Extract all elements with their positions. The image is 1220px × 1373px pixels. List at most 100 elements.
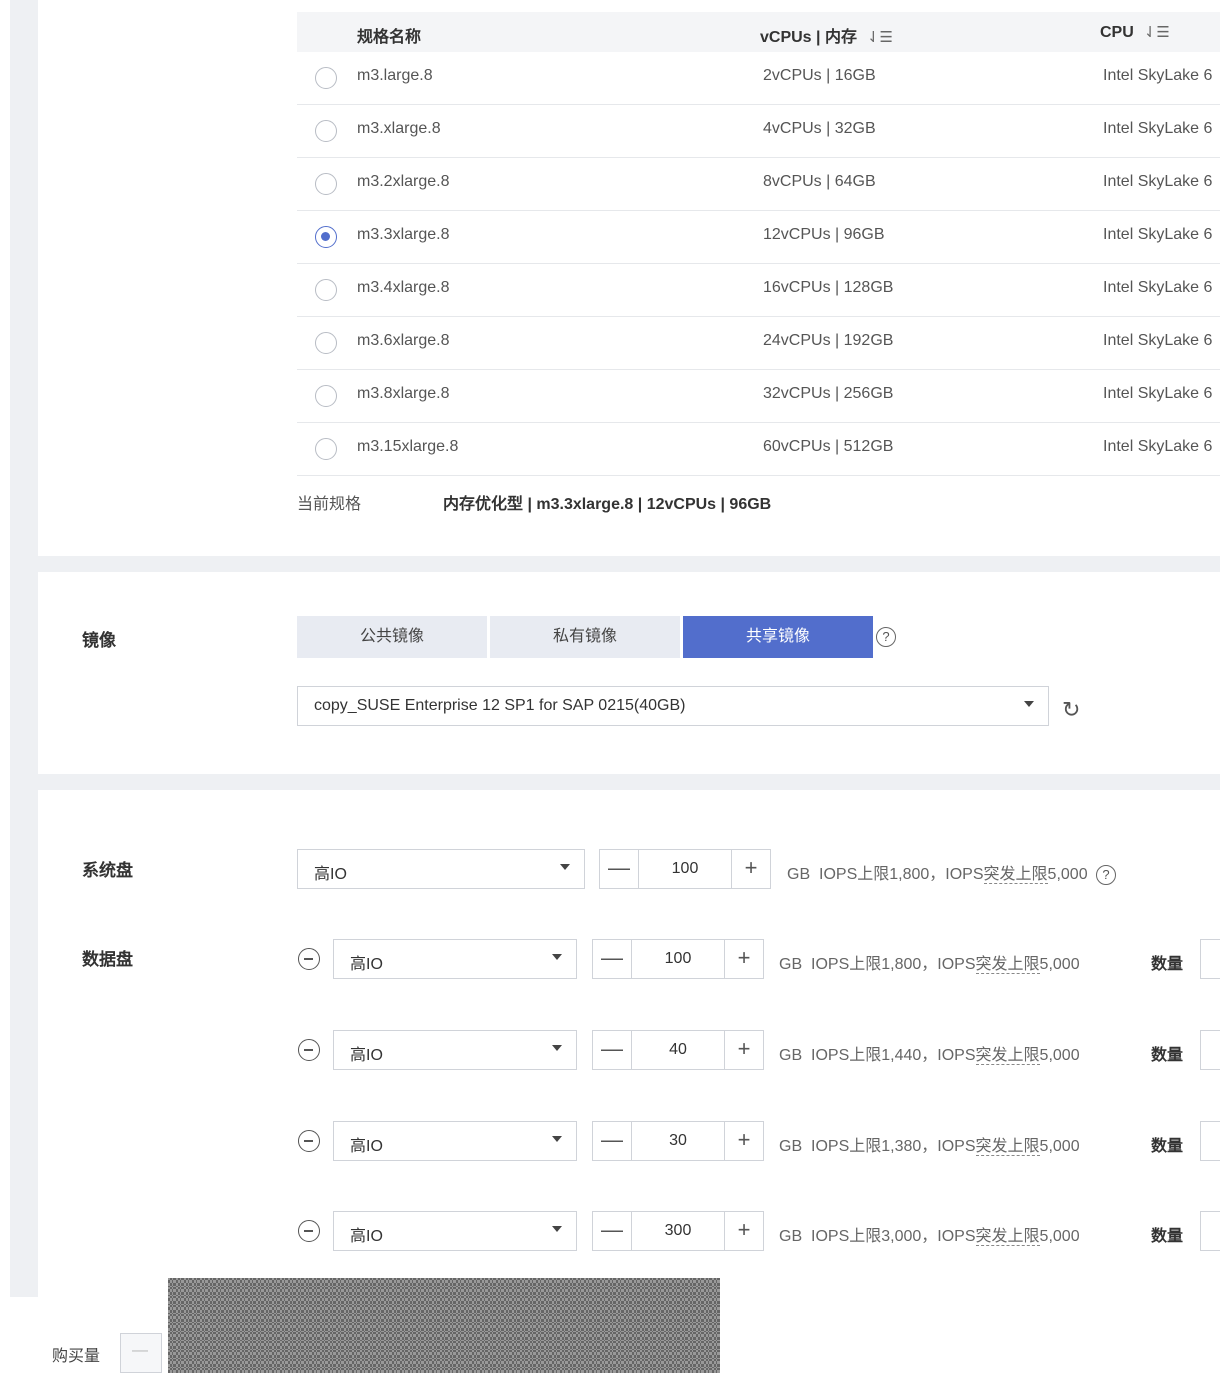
table-row[interactable]: m3.3xlarge.8 12vCPUs | 96GB Intel SkyLake … <box>297 211 1220 264</box>
radio-button[interactable] <box>315 332 337 354</box>
increase-button[interactable]: + <box>725 1212 763 1250</box>
purchase-quantity-label: 购买量 <box>52 1348 101 1365</box>
spec-vcpu-mem-cell: 12vCPUs | 96GB <box>763 226 885 243</box>
spec-vcpu-mem-cell: 16vCPUs | 128GB <box>763 279 894 296</box>
system-disk-type-select[interactable]: 高IO <box>297 849 585 889</box>
decrease-button[interactable]: — <box>593 940 631 978</box>
image-type-tabs: 公共镜像 私有镜像 共享镜像 <box>297 616 876 658</box>
decrease-button[interactable]: — <box>593 1031 631 1069</box>
tab-shared-image[interactable]: 共享镜像 <box>683 616 873 658</box>
obscured-region <box>168 1278 720 1373</box>
radio-button[interactable] <box>315 279 337 301</box>
data-disk-size-stepper: —30 + <box>592 1121 764 1161</box>
spec-name-cell: m3.4xlarge.8 <box>357 279 450 296</box>
table-row[interactable]: m3.6xlarge.8 24vCPUs | 192GB Intel SkyLake… <box>297 317 1220 370</box>
radio-button[interactable] <box>315 438 337 460</box>
spec-cpu-cell: Intel SkyLake 6 <box>1103 385 1213 402</box>
data-disk-size-stepper: —100 + <box>592 939 764 979</box>
quantity-stepper[interactable] <box>1200 1121 1220 1161</box>
current-spec: 当前规格 内存优化型 | m3.3xlarge.8 | 12vCPUs | 96G… <box>297 490 771 514</box>
help-icon[interactable]: ? <box>876 627 896 647</box>
header-cpu[interactable]: CPU ⇃☰ <box>1100 23 1170 42</box>
table-row[interactable]: m3.xlarge.8 4vCPUs | 32GB Intel SkyLake 6 <box>297 105 1220 158</box>
data-disk-type-select[interactable]: 高IO <box>333 1121 577 1161</box>
data-disk-type-select[interactable]: 高IO <box>333 1030 577 1070</box>
quantity-stepper[interactable] <box>1200 939 1220 979</box>
data-disk-iops: GB IOPS上限1,380，IOPS突发上限5,000 <box>779 1138 1080 1156</box>
spec-cpu-cell: Intel SkyLake 6 <box>1103 438 1213 455</box>
spec-cpu-cell: Intel SkyLake 6 <box>1103 67 1213 84</box>
quantity-stepper[interactable] <box>1200 1030 1220 1070</box>
spec-name-cell: m3.large.8 <box>357 67 433 84</box>
data-disk-iops: GB IOPS上限1,800，IOPS突发上限5,000 <box>779 956 1080 974</box>
spec-vcpu-mem-cell: 2vCPUs | 16GB <box>763 67 876 84</box>
remove-disk-icon[interactable] <box>298 1130 320 1152</box>
image-label: 镜像 <box>82 631 116 650</box>
table-row[interactable]: m3.8xlarge.8 32vCPUs | 256GB Intel SkyLake… <box>297 370 1220 423</box>
data-disk-size-input[interactable]: 30 <box>631 1122 725 1160</box>
radio-button[interactable] <box>315 385 337 407</box>
radio-button[interactable] <box>315 173 337 195</box>
quantity-label: 数量 <box>1151 956 1184 973</box>
table-row[interactable]: m3.large.8 2vCPUs | 16GB Intel SkyLake 6 <box>297 52 1220 105</box>
image-select[interactable]: copy_SUSE Enterprise 12 SP1 for SAP 0215… <box>297 686 1049 726</box>
radio-button[interactable] <box>315 120 337 142</box>
current-spec-value: 内存优化型 | m3.3xlarge.8 | 12vCPUs | 96GB <box>443 496 772 513</box>
radio-button[interactable] <box>315 67 337 89</box>
chevron-down-icon <box>552 1045 562 1051</box>
data-disk-size-stepper: —40 + <box>592 1030 764 1070</box>
data-disk-type-value: 高IO <box>350 1138 383 1155</box>
data-disk-type-value: 高IO <box>350 1047 383 1064</box>
sort-icon[interactable]: ⇃☰ <box>867 29 893 46</box>
spec-name-cell: m3.6xlarge.8 <box>357 332 450 349</box>
system-disk-label: 系统盘 <box>82 861 133 880</box>
spec-cpu-cell: Intel SkyLake 6 <box>1103 120 1213 137</box>
increase-button[interactable]: + <box>732 850 770 888</box>
quantity-stepper[interactable] <box>1200 1211 1220 1251</box>
system-disk-size-stepper: — 100 + <box>599 849 771 889</box>
chevron-down-icon <box>552 1136 562 1142</box>
data-disk-type-select[interactable]: 高IO <box>333 939 577 979</box>
spec-vcpu-mem-cell: 32vCPUs | 256GB <box>763 385 894 402</box>
tab-private-image[interactable]: 私有镜像 <box>490 616 680 658</box>
remove-disk-icon[interactable] <box>298 948 320 970</box>
spec-cpu-cell: Intel SkyLake 6 <box>1103 173 1213 190</box>
spec-vcpu-mem-cell: 24vCPUs | 192GB <box>763 332 894 349</box>
spec-name-cell: m3.3xlarge.8 <box>357 226 450 243</box>
refresh-icon[interactable]: ↻ <box>1062 697 1080 723</box>
table-row[interactable]: m3.15xlarge.8 60vCPUs | 512GB Intel SkyLak… <box>297 423 1220 476</box>
decrease-button[interactable]: — <box>600 850 638 888</box>
increase-button[interactable]: + <box>725 940 763 978</box>
data-disk-size-input[interactable]: 100 <box>631 940 725 978</box>
decrease-button[interactable]: — <box>593 1212 631 1250</box>
system-disk-size-input[interactable]: 100 <box>638 850 732 888</box>
header-name: 规格名称 <box>357 29 422 46</box>
purchase-decrease-button[interactable]: — <box>120 1333 162 1373</box>
data-disk-size-input[interactable]: 40 <box>631 1031 725 1069</box>
data-disk-type-select[interactable]: 高IO <box>333 1211 577 1251</box>
chevron-down-icon <box>552 1226 562 1232</box>
remove-disk-icon[interactable] <box>298 1039 320 1061</box>
tab-public-image[interactable]: 公共镜像 <box>297 616 487 658</box>
header-vcpu-mem[interactable]: vCPUs | 内存 ⇃☰ <box>760 23 893 47</box>
table-row[interactable]: m3.2xlarge.8 8vCPUs | 64GB Intel SkyLake 6 <box>297 158 1220 211</box>
spec-table: 规格名称 vCPUs | 内存 ⇃☰ CPU ⇃☰ m3.large.8 2vCPUs… <box>297 12 1220 476</box>
table-row[interactable]: m3.4xlarge.8 16vCPUs | 128GB Intel SkyLake… <box>297 264 1220 317</box>
spec-vcpu-mem-cell: 8vCPUs | 64GB <box>763 173 876 190</box>
data-disk-size-stepper: —300 + <box>592 1211 764 1251</box>
data-disk-size-input[interactable]: 300 <box>631 1212 725 1250</box>
remove-disk-icon[interactable] <box>298 1220 320 1242</box>
quantity-label: 数量 <box>1151 1047 1184 1064</box>
spec-vcpu-mem-cell: 60vCPUs | 512GB <box>763 438 894 455</box>
system-disk-type-value: 高IO <box>314 866 347 883</box>
data-disk-label: 数据盘 <box>82 950 133 969</box>
chevron-down-icon <box>1024 701 1034 707</box>
data-disk-iops: GB IOPS上限1,440，IOPS突发上限5,000 <box>779 1047 1080 1065</box>
decrease-button[interactable]: — <box>593 1122 631 1160</box>
help-icon[interactable]: ? <box>1096 865 1117 885</box>
spec-table-header: 规格名称 vCPUs | 内存 ⇃☰ CPU ⇃☰ <box>297 12 1220 52</box>
increase-button[interactable]: + <box>725 1122 763 1160</box>
increase-button[interactable]: + <box>725 1031 763 1069</box>
radio-button[interactable] <box>315 226 337 248</box>
sort-icon[interactable]: ⇃☰ <box>1144 24 1170 41</box>
